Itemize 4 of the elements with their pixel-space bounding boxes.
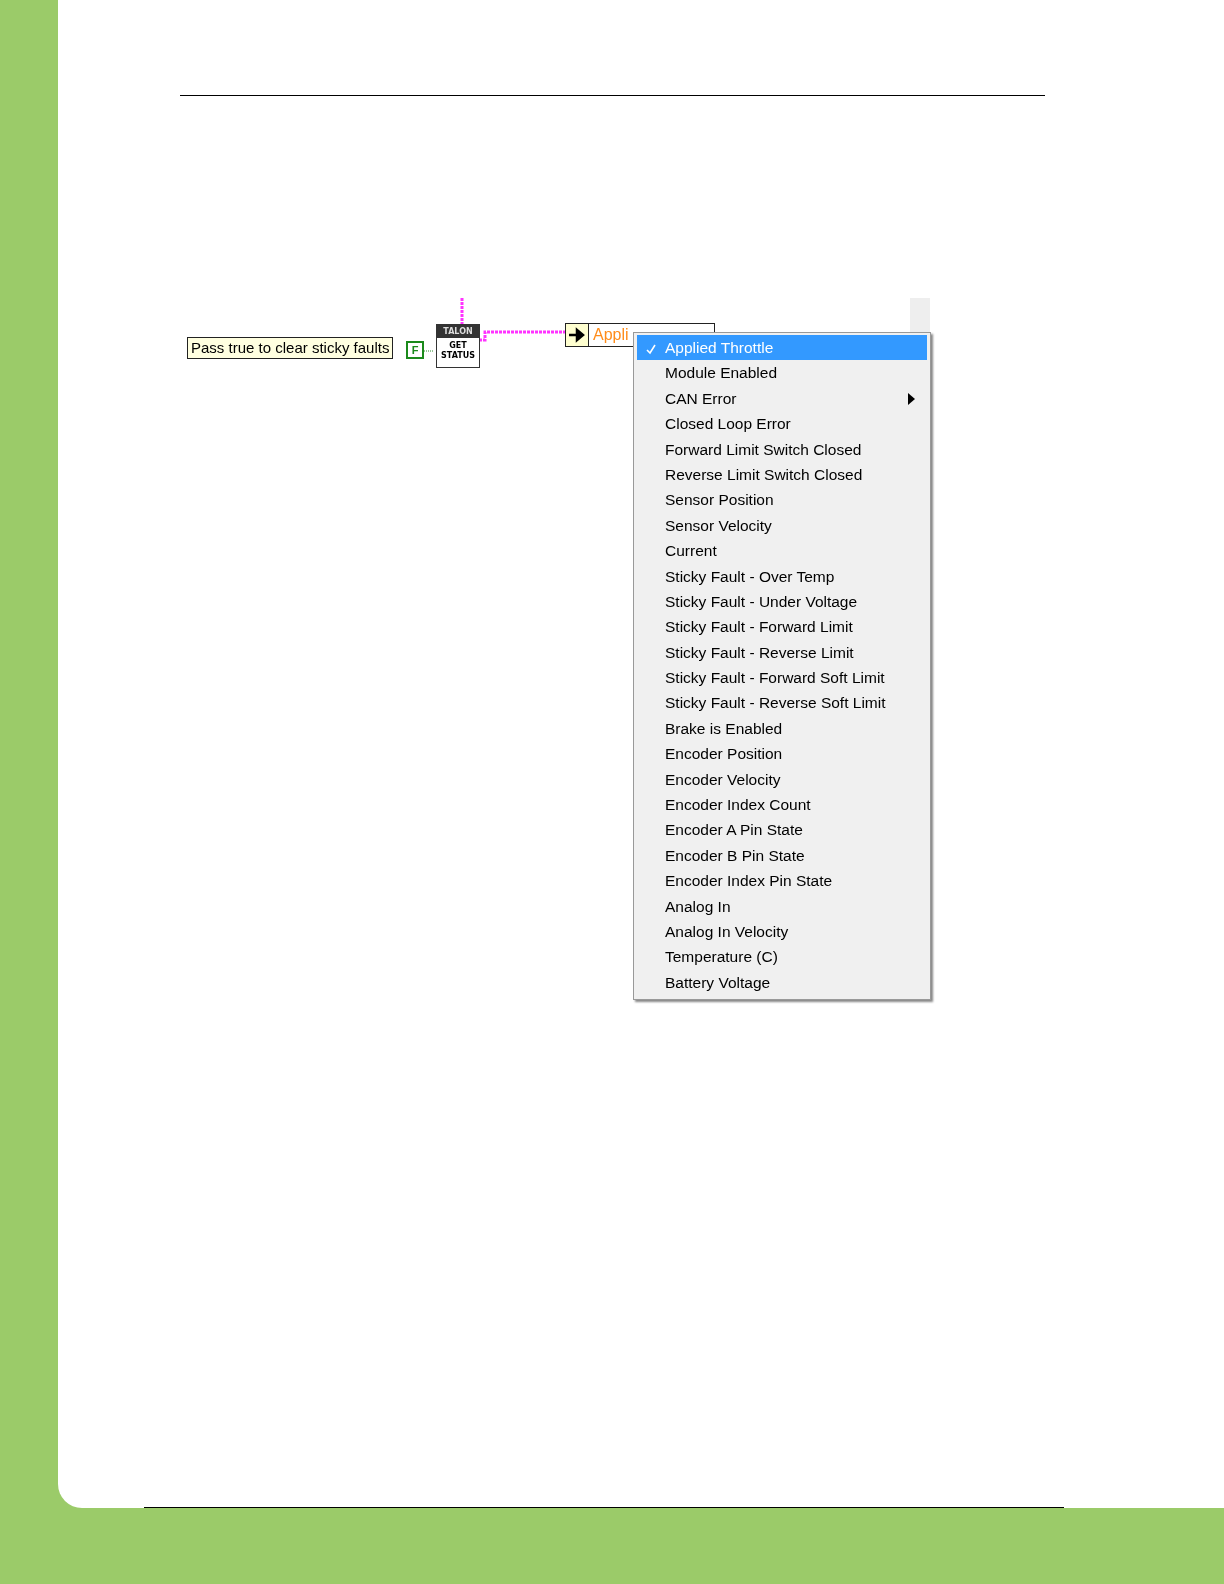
element-name: Appli [592, 325, 629, 345]
node-label: GET STATUS [440, 340, 476, 361]
comment-label: Pass true to clear sticky faults [187, 337, 394, 359]
node-header: TALON [437, 325, 479, 338]
